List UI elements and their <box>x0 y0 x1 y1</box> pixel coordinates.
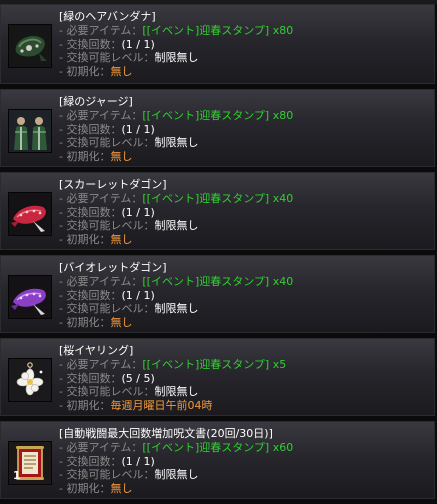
item-title: [緑のヘアバンダナ] <box>59 10 156 23</box>
label-reset: - 初期化： <box>59 399 111 413</box>
exchange-list[interactable]: [緑のヘアバンダナ] - 必要アイテム：[[イベント]迎春スタンプ] x80 -… <box>0 4 437 504</box>
label-exchange-count: - 交換回数： <box>59 288 122 302</box>
jersey-icon <box>8 109 52 153</box>
label-level: - 交換可能レベル： <box>59 136 155 150</box>
label-reset: - 初期化： <box>59 150 111 164</box>
level-value: 制限無し <box>154 51 199 65</box>
exchange-item[interactable]: 1 [自動戦闘最大回数増加呪文書(20回/30日)] - 必要アイテム：[[イベ… <box>0 421 435 499</box>
label-level: - 交換可能レベル： <box>59 385 155 399</box>
level-value: 制限無し <box>154 385 199 399</box>
required-item[interactable]: [[イベント]迎春スタンプ] x60 <box>142 441 293 454</box>
required-item[interactable]: [[イベント]迎春スタンプ] x80 <box>142 24 293 37</box>
label-exchange-count: - 交換回数： <box>59 37 122 51</box>
level-value: 制限無し <box>154 468 199 482</box>
label-required-item: - 必要アイテム： <box>59 108 143 122</box>
reset-value: 毎週月曜日午前04時 <box>110 399 213 413</box>
label-level: - 交換可能レベル： <box>59 219 155 233</box>
exchange-item[interactable]: [緑のジャージ] - 必要アイテム：[[イベント]迎春スタンプ] x80 - 交… <box>0 89 435 167</box>
item-title: [緑のジャージ] <box>59 95 133 108</box>
required-item[interactable]: [[イベント]迎春スタンプ] x40 <box>142 192 293 205</box>
label-exchange-count: - 交換回数： <box>59 371 122 385</box>
reset-value: 無し <box>110 233 133 247</box>
required-item[interactable]: [[イベント]迎春スタンプ] x5 <box>142 358 286 371</box>
reset-value: 無し <box>110 150 133 164</box>
exchange-count: (1 / 1) <box>121 205 155 219</box>
exchange-item[interactable]: [緑のヘアバンダナ] - 必要アイテム：[[イベント]迎春スタンプ] x80 -… <box>0 4 435 84</box>
label-exchange-count: - 交換回数： <box>59 454 122 468</box>
exchange-count: (1 / 1) <box>121 454 155 468</box>
exchange-count: (5 / 5) <box>121 371 155 385</box>
label-reset: - 初期化： <box>59 65 111 79</box>
violet-dagon-icon <box>8 275 52 319</box>
label-exchange-count: - 交換回数： <box>59 122 122 136</box>
label-reset: - 初期化： <box>59 316 111 330</box>
reset-value: 無し <box>110 316 133 330</box>
label-reset: - 初期化： <box>59 233 111 247</box>
item-title: [自動戦闘最大回数増加呪文書(20回/30日)] <box>59 427 273 440</box>
label-exchange-count: - 交換回数： <box>59 205 122 219</box>
exchange-item[interactable]: [桜イヤリング] - 必要アイテム：[[イベント]迎春スタンプ] x5 - 交換… <box>0 338 435 416</box>
label-required-item: - 必要アイテム： <box>59 440 143 454</box>
label-level: - 交換可能レベル： <box>59 302 155 316</box>
required-item[interactable]: [[イベント]迎春スタンプ] x40 <box>142 275 293 288</box>
level-value: 制限無し <box>154 219 199 233</box>
level-value: 制限無し <box>154 302 199 316</box>
label-level: - 交換可能レベル： <box>59 468 155 482</box>
reset-value: 無し <box>110 65 133 79</box>
scroll-icon: 1 <box>8 441 52 485</box>
item-title: [桜イヤリング] <box>59 344 134 357</box>
exchange-count: (1 / 1) <box>121 37 155 51</box>
scarlet-dagon-icon <box>8 192 52 236</box>
item-title: [スカーレットダゴン] <box>59 178 167 191</box>
item-title: [バイオレットダゴン] <box>59 261 167 274</box>
exchange-item[interactable]: [バイオレットダゴン] - 必要アイテム：[[イベント]迎春スタンプ] x40 … <box>0 255 435 333</box>
reset-value: 無し <box>110 482 133 496</box>
exchange-count: (1 / 1) <box>121 122 155 136</box>
bandana-icon <box>8 24 52 68</box>
required-item[interactable]: [[イベント]迎春スタンプ] x80 <box>142 109 293 122</box>
exchange-count: (1 / 1) <box>121 288 155 302</box>
label-required-item: - 必要アイテム： <box>59 274 143 288</box>
label-reset: - 初期化： <box>59 482 111 496</box>
item-quantity: 1 <box>13 469 21 482</box>
label-level: - 交換可能レベル： <box>59 51 155 65</box>
label-required-item: - 必要アイテム： <box>59 357 143 371</box>
earring-icon <box>8 358 52 402</box>
level-value: 制限無し <box>154 136 199 150</box>
exchange-item[interactable]: [スカーレットダゴン] - 必要アイテム：[[イベント]迎春スタンプ] x40 … <box>0 172 435 250</box>
label-required-item: - 必要アイテム： <box>59 191 143 205</box>
label-required-item: - 必要アイテム： <box>59 23 143 37</box>
